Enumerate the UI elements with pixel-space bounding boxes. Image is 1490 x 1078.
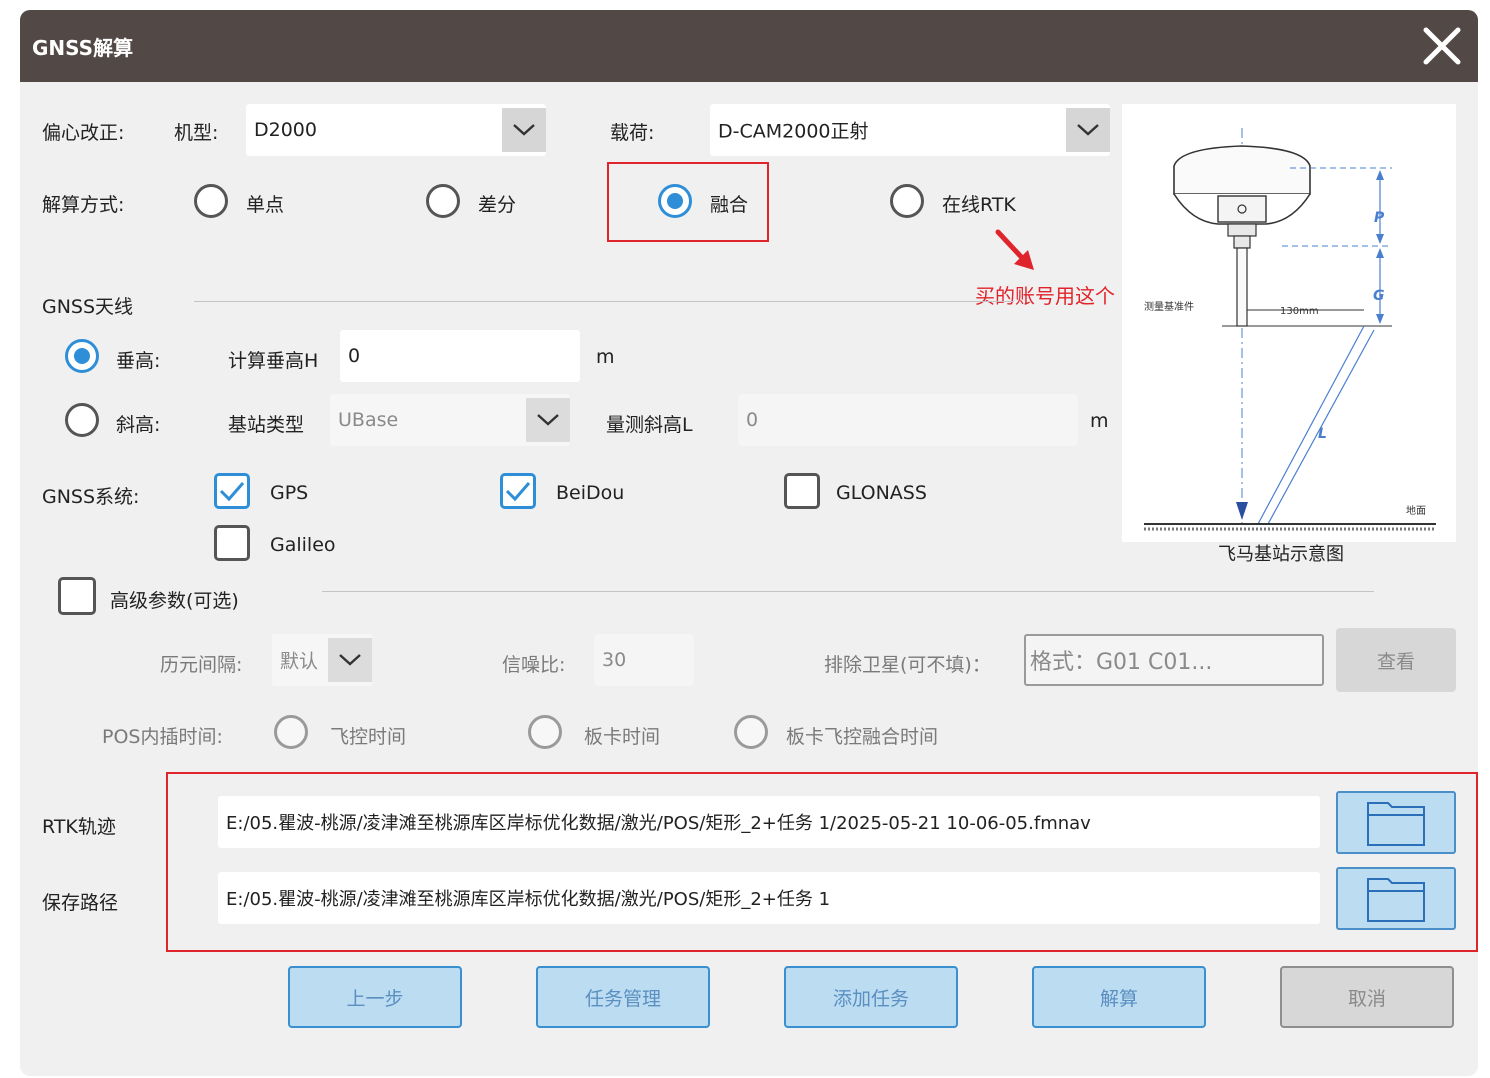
base-station-diagram-image: P G 130mm 测量基准件 L 地面 [1144, 128, 1436, 531]
advanced-label: 高级参数(可选) [110, 590, 239, 612]
window-title: GNSS解算 [32, 36, 134, 60]
check-icon [219, 482, 245, 502]
base-station-diagram: P G 130mm 测量基准件 L 地面 [1122, 104, 1456, 542]
close-icon[interactable] [1420, 24, 1464, 68]
epoch-label: 历元间隔: [160, 654, 243, 676]
add-task-button[interactable]: 添加任务 [784, 966, 958, 1028]
model-value: D2000 [254, 119, 317, 141]
model-select[interactable]: D2000 [246, 104, 546, 156]
prev-step-button[interactable]: 上一步 [288, 966, 462, 1028]
base-type-select[interactable]: UBase [330, 394, 570, 446]
folder-icon [1367, 877, 1425, 922]
title-bar: GNSS解算 [20, 10, 1478, 82]
radio-slant-height[interactable] [65, 403, 99, 437]
folder-icon [1367, 801, 1425, 846]
check-icon [505, 482, 531, 502]
checkbox-galileo[interactable] [214, 525, 250, 561]
checkbox-glonass[interactable] [784, 473, 820, 509]
checkbox-advanced[interactable] [58, 577, 96, 615]
chevron-down-icon[interactable] [1066, 108, 1110, 152]
cancel-button[interactable]: 取消 [1280, 966, 1454, 1028]
exclude-sat-placeholder: 格式：G01 C01... [1030, 650, 1213, 675]
rtk-track-input[interactable]: E:/05.瞿波-桃源/凌津滩至桃源库区岸标优化数据/激光/POS/矩形_2+任… [218, 796, 1320, 848]
offset-label: 偏心改正: [42, 122, 125, 144]
flight-control-time-label: 飞控时间 [330, 726, 407, 748]
radio-differential[interactable] [426, 184, 460, 218]
rtk-track-value: E:/05.瞿波-桃源/凌津滩至桃源库区岸标优化数据/激光/POS/矩形_2+任… [226, 813, 1091, 834]
chevron-down-icon[interactable] [502, 108, 546, 152]
antenna-section-title: GNSS天线 [42, 296, 134, 318]
arrow-annotation-icon [995, 229, 1034, 270]
task-management-button[interactable]: 任务管理 [536, 966, 710, 1028]
galileo-label: Galileo [270, 534, 336, 556]
radio-board-time[interactable] [528, 715, 562, 749]
epoch-value: 默认 [280, 650, 319, 673]
l-label: L [1318, 426, 1327, 442]
board-time-label: 板卡时间 [584, 726, 661, 748]
differential-label: 差分 [478, 194, 517, 216]
payload-value: D-CAM2000正射 [718, 120, 869, 143]
glonass-label: GLONASS [836, 482, 927, 504]
calc-height-label: 计算垂高H [228, 350, 319, 372]
slant-height-label: 斜高: [116, 414, 161, 436]
checkbox-gps[interactable] [214, 473, 250, 509]
epoch-select[interactable]: 默认 [272, 634, 372, 686]
model-label: 机型: [174, 122, 219, 144]
radio-flight-control-time[interactable] [274, 715, 308, 749]
slant-measure-unit: m [1090, 410, 1109, 432]
dim-label: 130mm [1280, 306, 1319, 317]
view-button[interactable]: 查看 [1336, 628, 1456, 692]
radio-fused-time[interactable] [734, 715, 768, 749]
snr-value: 30 [602, 649, 627, 671]
save-browse-button[interactable] [1336, 867, 1456, 930]
snr-input[interactable]: 30 [594, 634, 694, 686]
chevron-down-icon[interactable] [526, 398, 570, 442]
base-type-label: 基站类型 [228, 414, 305, 436]
chevron-down-icon[interactable] [328, 638, 372, 682]
radio-single-point[interactable] [194, 184, 228, 218]
ground-label: 地面 [1406, 504, 1426, 517]
divider [194, 301, 1014, 302]
fusion-highlight-box [607, 162, 769, 242]
save-path-value: E:/05.瞿波-桃源/凌津滩至桃源库区岸标优化数据/激光/POS/矩形_2+任… [226, 889, 831, 910]
calc-height-value: 0 [348, 345, 361, 367]
gnss-system-label: GNSS系统: [42, 486, 140, 508]
exclude-sat-input[interactable]: 格式：G01 C01... [1024, 634, 1324, 686]
fused-time-label: 板卡飞控融合时间 [786, 726, 939, 748]
radio-online-rtk[interactable] [890, 184, 924, 218]
solve-mode-label: 解算方式: [42, 194, 125, 216]
divider [322, 591, 1374, 592]
calc-height-input[interactable]: 0 [340, 330, 580, 382]
payload-select[interactable]: D-CAM2000正射 [710, 104, 1110, 156]
rtk-browse-button[interactable] [1336, 791, 1456, 854]
diagram-caption: 飞马基站示意图 [1218, 544, 1344, 565]
radio-vertical-height[interactable] [65, 339, 99, 373]
pos-interp-label: POS内插时间: [102, 726, 223, 748]
slant-measure-value: 0 [746, 409, 759, 431]
slant-measure-input[interactable]: 0 [738, 394, 1078, 446]
vertical-height-label: 垂高: [116, 350, 161, 372]
payload-label: 载荷: [610, 122, 655, 144]
beidou-label: BeiDou [556, 482, 625, 504]
base-type-value: UBase [338, 409, 399, 431]
gnss-dialog: GNSS解算 偏心改正: 机型: D2000 载荷: D-CAM2000正射 解… [20, 10, 1478, 1076]
slant-measure-label: 量测斜高L [606, 414, 693, 436]
calc-height-unit: m [596, 346, 615, 368]
checkbox-beidou[interactable] [500, 473, 536, 509]
single-point-label: 单点 [246, 194, 285, 216]
save-path-input[interactable]: E:/05.瞿波-桃源/凌津滩至桃源库区岸标优化数据/激光/POS/矩形_2+任… [218, 872, 1320, 924]
annotation-text: 买的账号用这个 [975, 284, 1115, 308]
online-rtk-label: 在线RTK [942, 194, 1016, 216]
exclude-sat-label: 排除卫星(可不填)： [824, 654, 991, 676]
ref-label: 测量基准件 [1144, 300, 1194, 313]
gps-label: GPS [270, 482, 309, 504]
rtk-track-label: RTK轨迹 [42, 816, 116, 838]
solve-button[interactable]: 解算 [1032, 966, 1206, 1028]
snr-label: 信噪比: [502, 654, 566, 676]
p-label: P [1374, 210, 1385, 226]
save-path-label: 保存路径 [42, 892, 119, 914]
g-label: G [1373, 288, 1385, 304]
